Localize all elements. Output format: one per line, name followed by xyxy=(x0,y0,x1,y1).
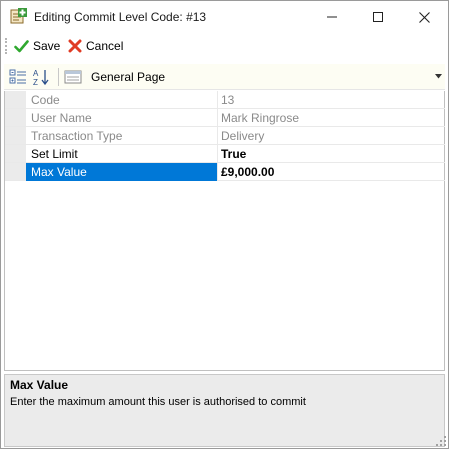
toolbar-grip[interactable] xyxy=(5,38,7,54)
property-value: Delivery xyxy=(221,129,265,143)
cancel-x-icon xyxy=(68,39,82,53)
maximize-button[interactable] xyxy=(355,1,401,33)
help-title: Max Value xyxy=(10,378,69,392)
chevron-down-icon[interactable] xyxy=(435,74,442,79)
resize-grip-icon[interactable] xyxy=(436,436,446,446)
property-row-code[interactable]: Code 13 xyxy=(5,91,445,109)
property-page-icon xyxy=(64,70,82,84)
help-panel: Max Value Enter the maximum amount this … xyxy=(4,374,445,447)
save-label: Save xyxy=(33,39,61,53)
commit-level-icon xyxy=(10,8,27,24)
save-button[interactable]: Save xyxy=(14,36,60,56)
toolbar-separator xyxy=(58,68,59,86)
property-grid: Code 13 User Name Mark Ringrose Transact… xyxy=(4,91,445,371)
close-button[interactable] xyxy=(401,1,447,33)
set-limit-value[interactable]: True xyxy=(218,145,445,163)
alphabetical-sort-icon[interactable]: A Z xyxy=(32,68,50,86)
property-value: Mark Ringrose xyxy=(221,111,300,125)
property-row-set-limit[interactable]: Set Limit True xyxy=(5,145,445,163)
close-icon xyxy=(418,11,430,23)
property-name: Transaction Type xyxy=(26,127,218,145)
max-value-field[interactable]: £9,000.00 xyxy=(218,163,445,181)
svg-text:A: A xyxy=(33,69,39,78)
checkmark-icon xyxy=(14,39,29,52)
page-selector-label: General Page xyxy=(91,70,166,84)
window-title: Editing Commit Level Code: #13 xyxy=(34,10,207,24)
property-row-user-name[interactable]: User Name Mark Ringrose xyxy=(5,109,445,127)
property-name: User Name xyxy=(26,109,218,127)
minimize-button[interactable] xyxy=(309,1,355,33)
minimize-icon xyxy=(327,16,337,18)
property-row-transaction-type[interactable]: Transaction Type Delivery xyxy=(5,127,445,145)
cancel-label: Cancel xyxy=(86,39,124,53)
page-selector[interactable]: General Page xyxy=(64,64,445,90)
property-name: Set Limit xyxy=(26,145,218,163)
property-name: Max Value xyxy=(26,163,218,181)
svg-text:Z: Z xyxy=(33,78,38,86)
categorized-view-icon[interactable] xyxy=(9,68,27,86)
maximize-icon xyxy=(373,12,383,22)
command-toolbar: Save Cancel xyxy=(1,33,448,59)
edit-window: Editing Commit Level Code: #13 Save Canc… xyxy=(0,0,449,449)
property-value: 13 xyxy=(221,93,235,107)
help-description: Enter the maximum amount this user is au… xyxy=(10,396,306,408)
cancel-button[interactable]: Cancel xyxy=(68,36,123,56)
title-bar[interactable]: Editing Commit Level Code: #13 xyxy=(1,1,448,33)
property-name: Code xyxy=(26,91,218,109)
property-row-max-value[interactable]: Max Value £9,000.00 xyxy=(5,163,445,181)
property-grid-toolbar: A Z General Page xyxy=(4,64,445,90)
